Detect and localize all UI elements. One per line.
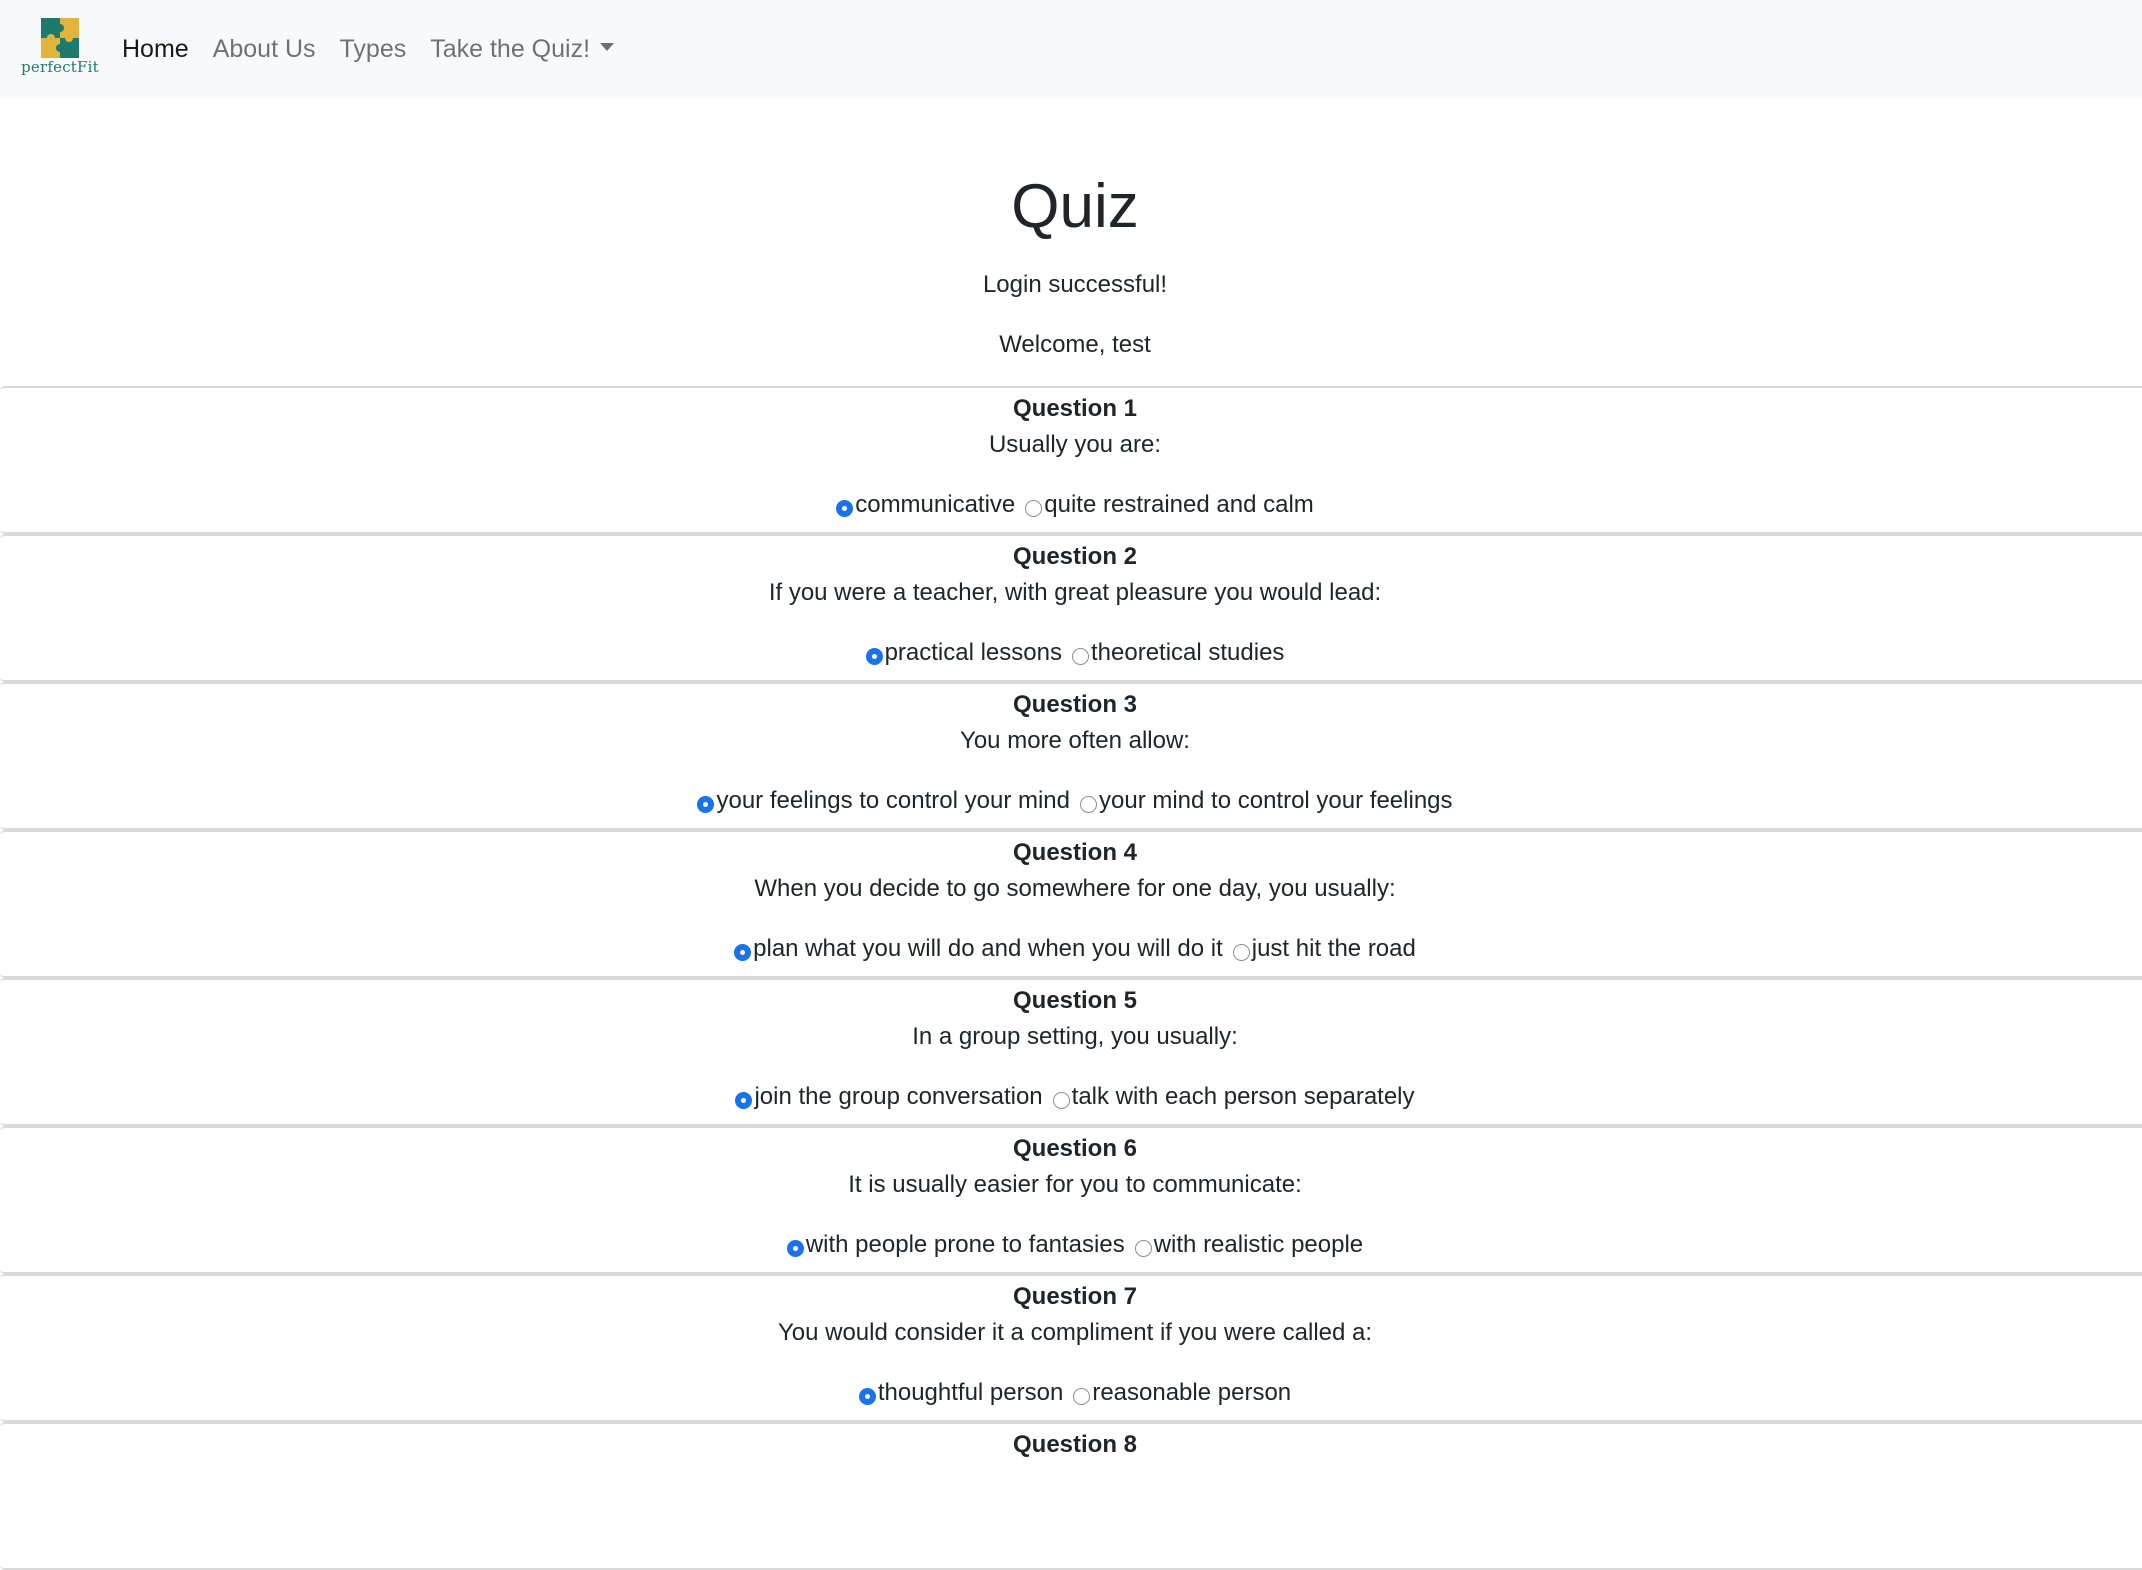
question-card-3: Question 3 You more often allow: your fe…	[0, 682, 2142, 830]
question-title: Question 2	[1012, 543, 1138, 570]
welcome-message: Welcome, test	[999, 331, 1151, 358]
brand-text: perfectFit	[21, 58, 99, 76]
radio-button[interactable]	[1025, 500, 1043, 517]
option-label[interactable]: plan what you will do and when you will …	[753, 935, 1223, 962]
option-label[interactable]: with realistic people	[1154, 1231, 1363, 1258]
question-title: Question 6	[1012, 1135, 1138, 1162]
question-text: If you were a teacher, with great pleasu…	[768, 579, 1382, 606]
question-options: with people prone to fantasies with reali…	[0, 1230, 2142, 1260]
option-label[interactable]: reasonable person	[1092, 1379, 1291, 1406]
question-options: communicative quite restrained and calm	[0, 490, 2142, 520]
question-title: Question 3	[1012, 691, 1138, 718]
question-card-8: Question 8	[0, 1422, 2142, 1570]
question-title: Question 7	[1012, 1283, 1138, 1310]
option-label[interactable]: thoughtful person	[878, 1379, 1063, 1406]
nav-about-us[interactable]: About Us	[201, 0, 328, 98]
question-list: Question 1 Usually you are: communicativ…	[0, 386, 2142, 1570]
option-label[interactable]: practical lessons	[885, 639, 1062, 666]
radio-button-selected[interactable]	[858, 1388, 876, 1405]
nav-home[interactable]: Home	[110, 0, 201, 98]
option-label[interactable]: talk with each person separately	[1072, 1083, 1415, 1110]
question-text: It is usually easier for you to communic…	[848, 1171, 1302, 1198]
question-card-7: Question 7 You would consider it a compl…	[0, 1274, 2142, 1422]
question-card-6: Question 6 It is usually easier for you …	[0, 1126, 2142, 1274]
caret-down-icon	[600, 43, 615, 51]
question-card-5: Question 5 In a group setting, you usual…	[0, 978, 2142, 1126]
option-label[interactable]: theoretical studies	[1091, 639, 1284, 666]
nav-types[interactable]: Types	[328, 0, 419, 98]
question-options: practical lessons theoretical studies	[0, 638, 2142, 668]
radio-button[interactable]	[1080, 796, 1097, 813]
radio-button-selected[interactable]	[734, 944, 752, 961]
option-label[interactable]: communicative	[855, 491, 1015, 518]
radio-button[interactable]	[1073, 1388, 1091, 1405]
question-text: Usually you are:	[988, 431, 1162, 458]
puzzle-logo-icon	[41, 18, 79, 58]
question-options: join the group conversation talk with eac…	[0, 1082, 2142, 1112]
option-label[interactable]: quite restrained and calm	[1044, 491, 1313, 518]
question-options: plan what you will do and when you will …	[0, 934, 2142, 964]
nav-take-quiz-label: Take the Quiz!	[430, 35, 591, 63]
question-text: In a group setting, you usually:	[912, 1023, 1238, 1050]
option-label[interactable]: join the group conversation	[754, 1083, 1042, 1110]
page-title: Quiz	[1011, 172, 1139, 241]
option-label[interactable]: your mind to control your feelings	[1099, 787, 1453, 814]
radio-button[interactable]	[1071, 648, 1089, 665]
radio-button-selected[interactable]	[836, 500, 854, 517]
question-card-2: Question 2 If you were a teacher, with g…	[0, 534, 2142, 682]
question-card-1: Question 1 Usually you are: communicativ…	[0, 386, 2142, 534]
radio-button[interactable]	[1232, 944, 1250, 961]
option-label[interactable]: with people prone to fantasies	[806, 1231, 1125, 1258]
question-options: thoughtful person reasonable person	[0, 1378, 2142, 1408]
radio-button[interactable]	[1134, 1240, 1152, 1257]
question-title: Question 8	[1012, 1431, 1138, 1458]
question-title: Question 5	[1012, 987, 1138, 1014]
login-message: Login successful!	[982, 271, 1168, 298]
question-title: Question 4	[1012, 839, 1138, 866]
radio-button[interactable]	[1052, 1092, 1070, 1109]
question-text: When you decide to go somewhere for one …	[754, 875, 1396, 902]
question-card-4: Question 4 When you decide to go somewhe…	[0, 830, 2142, 978]
question-title: Question 1	[1012, 395, 1138, 422]
question-text: You more often allow:	[960, 727, 1190, 754]
radio-button-selected[interactable]	[735, 1092, 753, 1109]
question-text: You would consider it a compliment if yo…	[777, 1319, 1373, 1346]
option-label[interactable]: just hit the road	[1252, 935, 1416, 962]
radio-button-selected[interactable]	[786, 1240, 804, 1257]
question-options: your feelings to control your mind your m…	[0, 786, 2142, 816]
radio-button-selected[interactable]	[865, 648, 883, 665]
brand-logo[interactable]: perfectFit	[21, 18, 99, 80]
navbar: perfectFit Home About Us Types Take the …	[0, 0, 2142, 98]
nav-take-quiz-dropdown[interactable]: Take the Quiz!	[418, 0, 626, 98]
option-label[interactable]: your feelings to control your mind	[716, 787, 1070, 814]
radio-button-selected[interactable]	[697, 796, 715, 813]
